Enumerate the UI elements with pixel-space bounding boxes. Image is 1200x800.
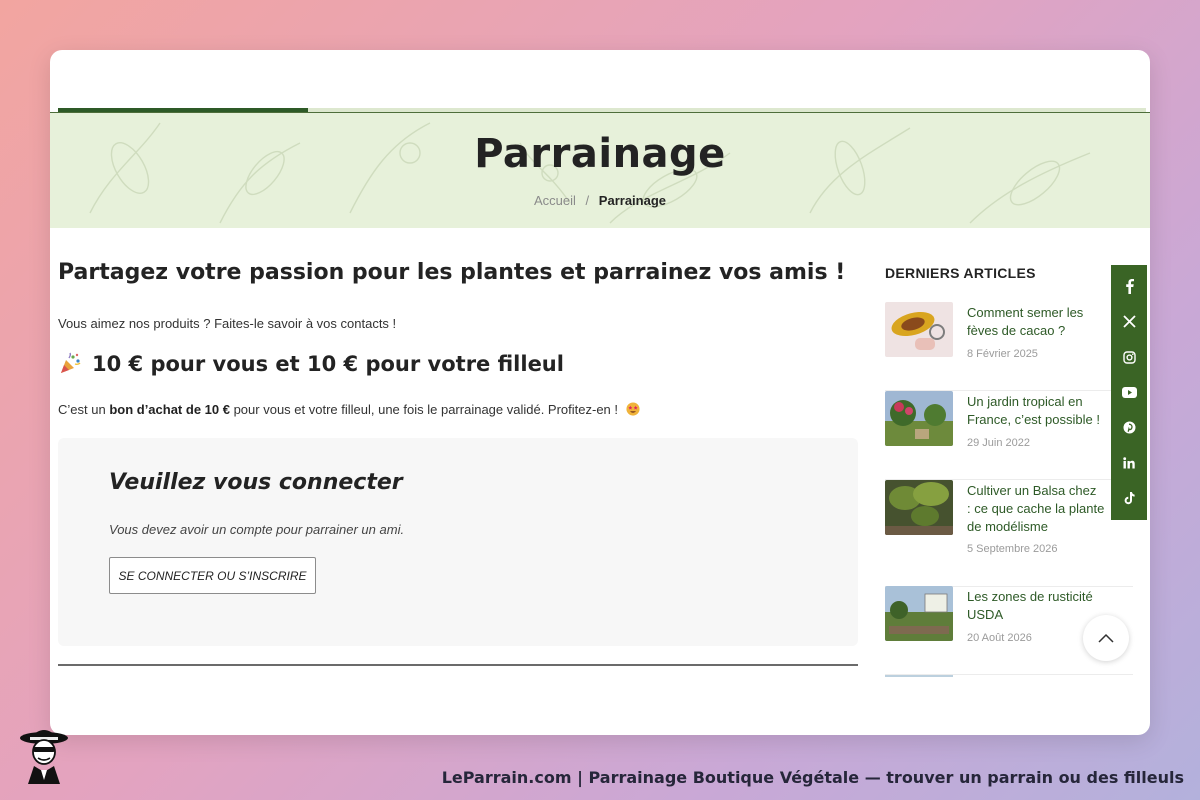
scroll-to-top-button[interactable] [1083,615,1129,661]
article-thumbnail[interactable] [885,586,953,641]
x-icon[interactable] [1119,312,1139,332]
chevron-up-icon [1098,633,1114,643]
breadcrumb-home-link[interactable]: Accueil [534,193,576,208]
balsa-plant-image [885,480,953,535]
login-register-button[interactable]: SE CONNECTER OU S’INSCRIRE [109,557,316,594]
article-date: 29 Juin 2022 [967,437,1030,449]
sidebar-next-item-edge [885,675,953,677]
main-content: Partagez votre passion pour les plantes … [58,260,858,666]
offer-title-text: 10 € pour vous et 10 € pour votre filleu… [92,352,564,376]
sidebar-article-3[interactable]: Cultiver un Balsa chez : ce que cache la… [885,480,1133,587]
login-note: Vous devez avoir un compte pour parraine… [109,522,405,537]
article-title-link[interactable]: Cultiver un Balsa chez : ce que cache la… [967,482,1133,536]
sidebar: DERNIERS ARTICLES Comment semer les fève… [885,265,1133,677]
offer-text-end: pour vous et votre filleul, une fois le … [229,402,619,417]
page-hero: Parrainage Accueil / Parrainage [50,112,1150,228]
offer-text-start: C’est un [58,402,110,417]
offer-text-bold: bon d’achat de 10 € [109,402,230,417]
star-struck-emoji-icon [626,402,640,416]
sidebar-article-2[interactable]: Un jardin tropical en France, c’est poss… [885,391,1133,480]
article-title-link[interactable]: Un jardin tropical en France, c’est poss… [967,393,1133,429]
article-date: 5 Septembre 2026 [967,543,1058,555]
linkedin-icon[interactable] [1119,453,1139,473]
article-thumbnail[interactable] [885,302,953,357]
party-popper-icon [61,352,81,373]
article-date: 8 Février 2025 [967,348,1038,360]
article-thumbnail[interactable] [885,480,953,535]
login-title: Veuillez vous connecter [109,470,403,495]
page-title: Parrainage [474,131,726,177]
sidebar-title: DERNIERS ARTICLES [885,265,1036,281]
pinterest-icon[interactable] [1119,418,1139,438]
intro-text: Vous aimez nos produits ? Faites-le savo… [58,316,397,331]
article-title-link[interactable]: Comment semer les fèves de cacao ? [967,304,1133,340]
breadcrumb: Accueil / Parrainage [50,193,1150,208]
tiktok-icon[interactable] [1119,488,1139,508]
facebook-icon[interactable] [1119,277,1139,297]
offer-title: 10 € pour vous et 10 € pour votre filleu… [58,352,564,376]
content-divider [58,664,858,666]
headline: Partagez votre passion pour les plantes … [58,260,846,285]
nursery-image [885,586,953,641]
sidebar-article-1[interactable]: Comment semer les fèves de cacao ? 8 Fév… [885,302,1133,391]
article-date: 20 Août 2026 [967,632,1032,644]
breadcrumb-current: Parrainage [598,193,666,208]
leparrain-mascot-logo [20,730,68,784]
instagram-icon[interactable] [1119,347,1139,367]
login-panel: Veuillez vous connecter Vous devez avoir… [58,438,858,646]
article-thumbnail[interactable] [885,391,953,446]
footer-caption: LeParrain.com | Parrainage Boutique Végé… [441,768,1184,787]
breadcrumb-separator: / [585,193,590,208]
offer-text: C’est un bon d’achat de 10 € pour vous e… [58,402,640,417]
cacao-pod-image [885,302,953,357]
page-card: Parrainage Accueil / Parrainage Partagez… [50,50,1150,735]
youtube-icon[interactable] [1119,382,1139,402]
tropical-garden-image [885,391,953,446]
social-share-bar [1111,265,1147,520]
